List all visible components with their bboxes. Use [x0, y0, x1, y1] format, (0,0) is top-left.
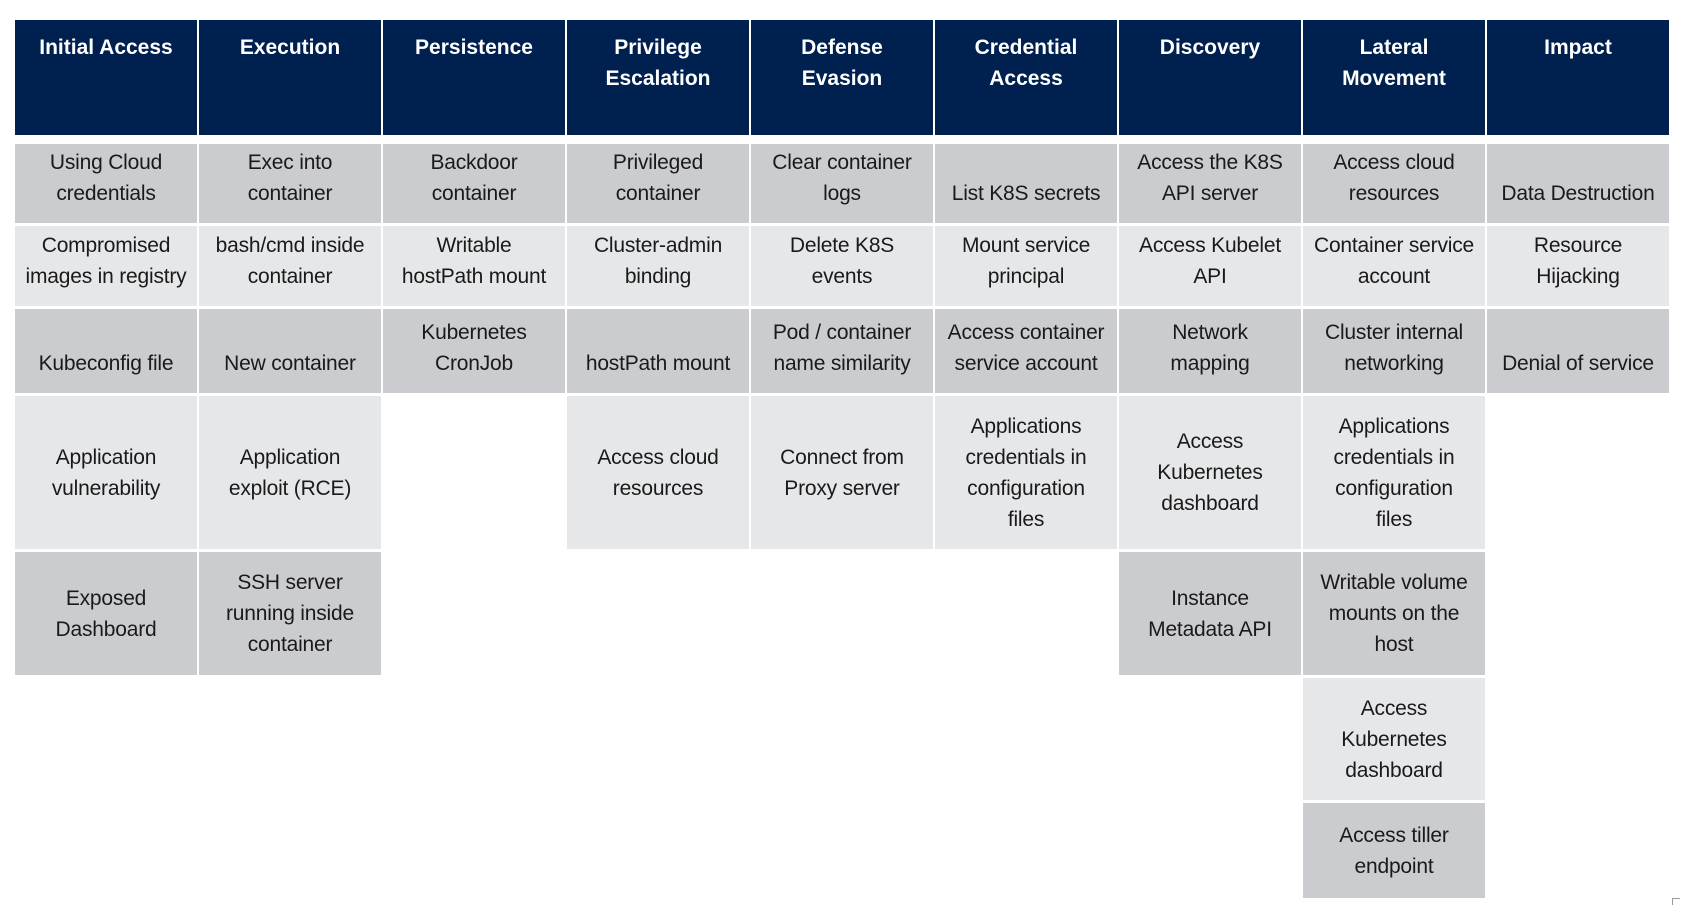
- technique-cell: Exposed Dashboard: [15, 552, 197, 675]
- technique-cell: SSH server running inside container: [199, 552, 381, 675]
- tactic-header: Initial Access: [15, 20, 197, 135]
- technique-cell: Using Cloud credentials: [15, 144, 197, 223]
- tactic-header: Discovery: [1119, 20, 1301, 135]
- technique-cell: Exec into container: [199, 144, 381, 223]
- technique-cell: Clear container logs: [751, 144, 933, 223]
- technique-cell: Kubernetes CronJob: [383, 309, 565, 393]
- tactic-header: Defense Evasion: [751, 20, 933, 135]
- tactic-header: Execution: [199, 20, 381, 135]
- tactic-header: Persistence: [383, 20, 565, 135]
- technique-cell: Applications credentials in configuratio…: [1303, 396, 1485, 549]
- technique-cell: Compromised images in registry: [15, 226, 197, 306]
- tactic-header: Impact: [1487, 20, 1669, 135]
- tactic-header: Privilege Escalation: [567, 20, 749, 135]
- technique-cell: Instance Metadata API: [1119, 552, 1301, 675]
- technique-cell: Access cloud resources: [567, 396, 749, 549]
- technique-cell: Access the K8S API server: [1119, 144, 1301, 223]
- technique-cell: Writable volume mounts on the host: [1303, 552, 1485, 675]
- technique-cell: Access cloud resources: [1303, 144, 1485, 223]
- technique-cell: Container service account: [1303, 226, 1485, 306]
- technique-cell: Cluster-admin binding: [567, 226, 749, 306]
- technique-cell: Access Kubernetes dashboard: [1119, 396, 1301, 549]
- technique-cell: Connect from Proxy server: [751, 396, 933, 549]
- technique-cell: Data Destruction: [1487, 144, 1669, 223]
- technique-cell: New container: [199, 309, 381, 393]
- tactic-header: Lateral Movement: [1303, 20, 1485, 135]
- technique-cell: Kubeconfig file: [15, 309, 197, 393]
- technique-cell: Pod / container name similarity: [751, 309, 933, 393]
- technique-cell: hostPath mount: [567, 309, 749, 393]
- resize-corner-mark: [1672, 898, 1680, 905]
- tactic-header: Credential Access: [935, 20, 1117, 135]
- technique-cell: Access Kubelet API: [1119, 226, 1301, 306]
- technique-cell: List K8S secrets: [935, 144, 1117, 223]
- technique-cell: Cluster internal networking: [1303, 309, 1485, 393]
- technique-cell: bash/cmd inside container: [199, 226, 381, 306]
- technique-cell: Applications credentials in configuratio…: [935, 396, 1117, 549]
- technique-cell: Access Kubernetes dashboard: [1303, 678, 1485, 800]
- technique-cell: Privileged container: [567, 144, 749, 223]
- technique-cell: Network mapping: [1119, 309, 1301, 393]
- technique-cell: Writable hostPath mount: [383, 226, 565, 306]
- technique-cell: Access container service account: [935, 309, 1117, 393]
- technique-cell: Delete K8S events: [751, 226, 933, 306]
- technique-cell: Resource Hijacking: [1487, 226, 1669, 306]
- technique-cell: Denial of service: [1487, 309, 1669, 393]
- technique-cell: Access tiller endpoint: [1303, 803, 1485, 898]
- technique-cell: Backdoor container: [383, 144, 565, 223]
- technique-cell: Application exploit (RCE): [199, 396, 381, 549]
- technique-cell: Mount service principal: [935, 226, 1117, 306]
- technique-cell: Application vulnerability: [15, 396, 197, 549]
